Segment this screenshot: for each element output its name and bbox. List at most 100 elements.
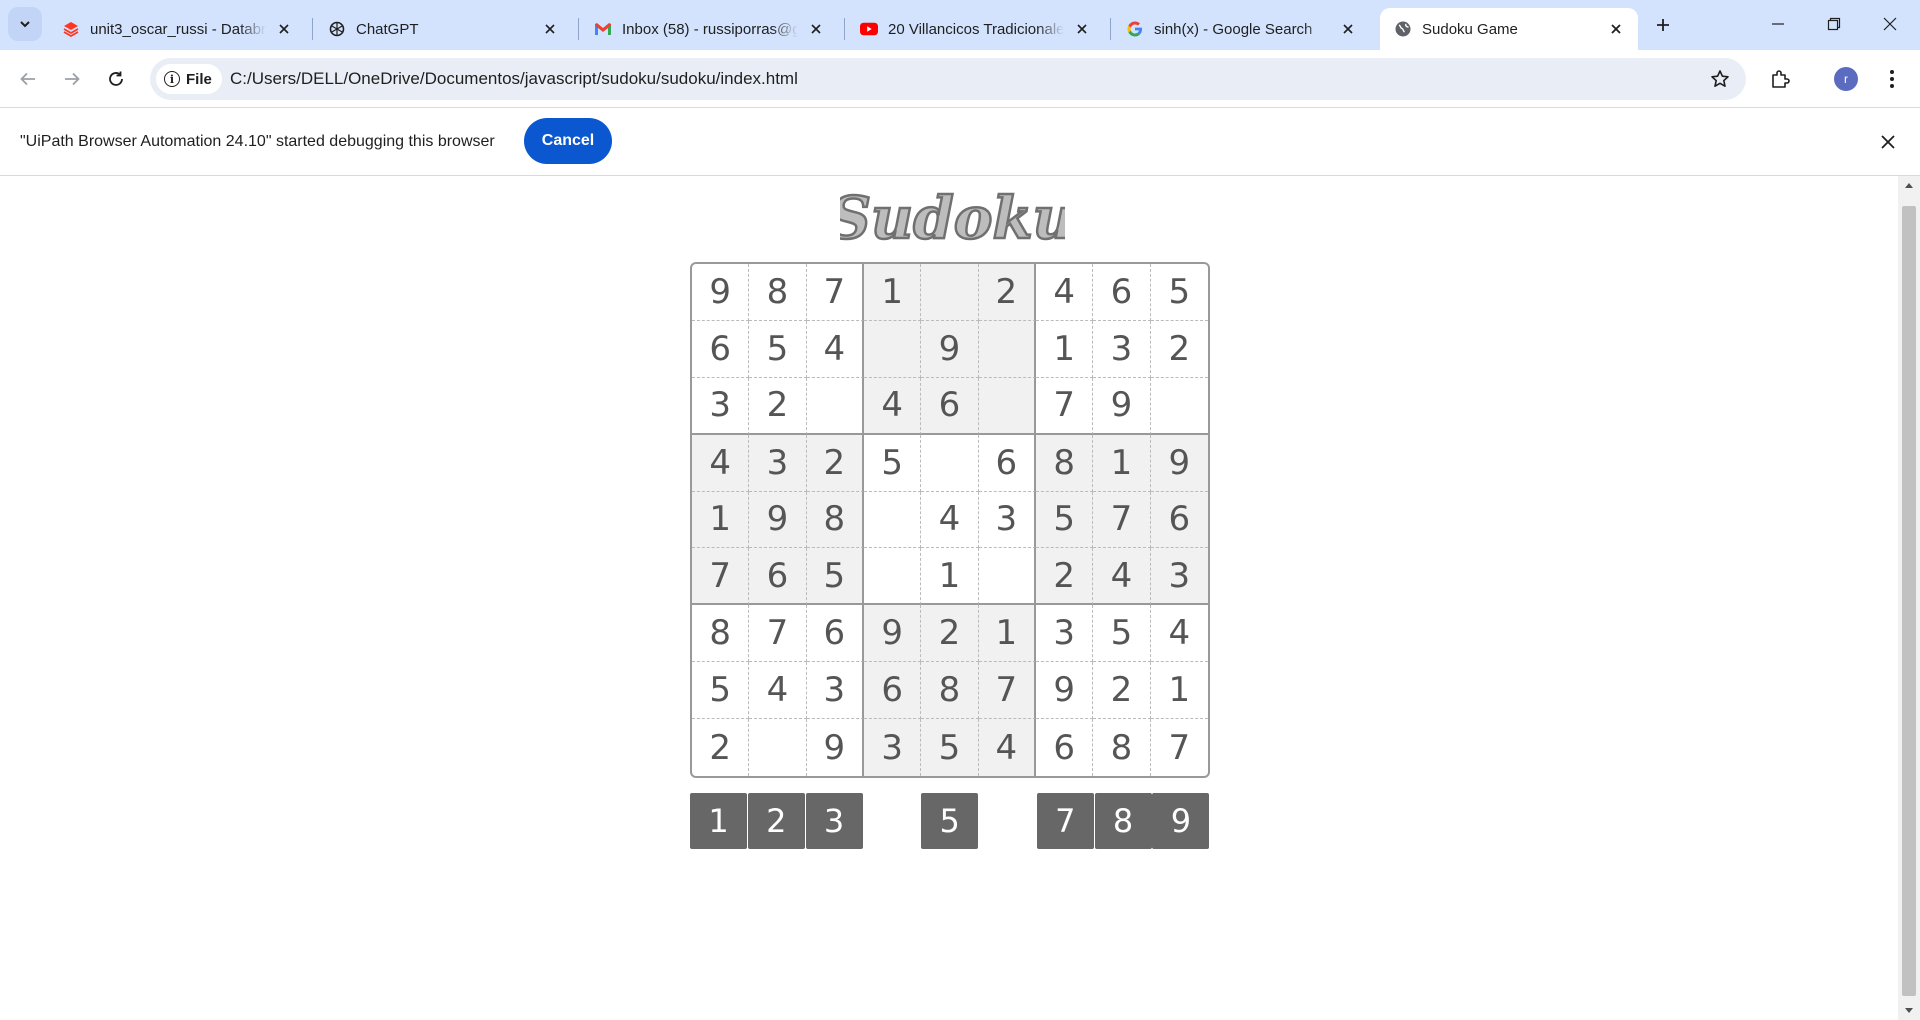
sudoku-cell[interactable]: 6 xyxy=(1150,491,1208,549)
extensions-button[interactable] xyxy=(1764,63,1796,95)
sudoku-cell[interactable]: 5 xyxy=(692,662,750,720)
sudoku-cell[interactable]: 4 xyxy=(692,434,750,492)
sudoku-cell[interactable]: 9 xyxy=(1035,662,1094,720)
sudoku-cell[interactable]: 5 xyxy=(863,434,922,492)
restore-button[interactable] xyxy=(1806,0,1862,48)
forward-button[interactable] xyxy=(56,63,88,95)
cancel-button[interactable]: Cancel xyxy=(524,118,612,164)
sudoku-cell[interactable]: 2 xyxy=(978,264,1036,321)
sudoku-cell[interactable] xyxy=(749,719,807,776)
sudoku-cell[interactable]: 9 xyxy=(1093,377,1151,435)
sudoku-cell[interactable]: 3 xyxy=(692,377,750,435)
scroll-down-button[interactable] xyxy=(1898,1002,1920,1020)
sudoku-cell[interactable] xyxy=(863,548,922,606)
sudoku-cell[interactable]: 7 xyxy=(978,662,1036,720)
tab-databricks[interactable]: unit3_oscar_russi - Databricks xyxy=(48,8,306,50)
sudoku-cell[interactable]: 6 xyxy=(1093,264,1151,321)
sudoku-cell[interactable]: 9 xyxy=(692,264,750,321)
tab-chatgpt[interactable]: ChatGPT xyxy=(314,8,572,50)
sudoku-cell[interactable]: 4 xyxy=(921,491,979,549)
sudoku-cell[interactable]: 5 xyxy=(1150,264,1208,321)
close-icon[interactable] xyxy=(1072,19,1092,39)
sudoku-cell[interactable]: 5 xyxy=(1093,605,1151,663)
sudoku-cell[interactable]: 4 xyxy=(749,662,807,720)
back-button[interactable] xyxy=(12,63,44,95)
sudoku-cell[interactable] xyxy=(863,491,922,549)
site-info-chip[interactable]: i File xyxy=(156,64,222,94)
sudoku-cell[interactable]: 4 xyxy=(1150,605,1208,663)
reload-button[interactable] xyxy=(100,63,132,95)
close-icon[interactable] xyxy=(274,19,294,39)
sudoku-cell[interactable]: 8 xyxy=(749,264,807,321)
close-icon[interactable] xyxy=(1338,19,1358,39)
number-button[interactable]: 8 xyxy=(1094,793,1152,849)
sudoku-cell[interactable]: 7 xyxy=(692,548,750,606)
sudoku-cell[interactable]: 9 xyxy=(863,605,922,663)
sudoku-cell[interactable]: 6 xyxy=(806,605,864,663)
sudoku-cell[interactable]: 9 xyxy=(921,320,979,378)
sudoku-cell[interactable]: 5 xyxy=(1035,491,1094,549)
sudoku-cell[interactable]: 3 xyxy=(1150,548,1208,606)
sudoku-cell[interactable] xyxy=(978,377,1036,435)
number-button[interactable]: 1 xyxy=(690,793,747,849)
sudoku-cell[interactable]: 2 xyxy=(1093,662,1151,720)
sudoku-cell[interactable]: 2 xyxy=(692,719,750,776)
sudoku-cell[interactable]: 2 xyxy=(921,605,979,663)
close-icon[interactable] xyxy=(806,19,826,39)
sudoku-cell[interactable]: 1 xyxy=(863,264,922,321)
sudoku-cell[interactable]: 6 xyxy=(749,548,807,606)
sudoku-cell[interactable] xyxy=(1150,378,1208,435)
sudoku-cell[interactable]: 2 xyxy=(1035,548,1094,606)
sudoku-cell[interactable]: 1 xyxy=(921,548,979,606)
sudoku-cell[interactable]: 5 xyxy=(806,548,864,606)
sudoku-cell[interactable]: 8 xyxy=(806,491,864,549)
sudoku-cell[interactable]: 1 xyxy=(1150,662,1208,720)
number-button[interactable]: 7 xyxy=(1036,793,1094,849)
sudoku-cell[interactable] xyxy=(978,548,1036,606)
sudoku-cell[interactable]: 1 xyxy=(978,605,1036,663)
sudoku-cell[interactable] xyxy=(921,434,979,492)
sudoku-cell[interactable] xyxy=(921,264,979,321)
sudoku-cell[interactable]: 6 xyxy=(863,662,922,720)
sudoku-cell[interactable]: 2 xyxy=(749,377,807,435)
sudoku-cell[interactable]: 2 xyxy=(806,434,864,492)
sudoku-cell[interactable]: 3 xyxy=(749,434,807,492)
sudoku-cell[interactable]: 2 xyxy=(1150,321,1208,378)
tab-sudoku-game[interactable]: Sudoku Game xyxy=(1380,8,1638,50)
number-button[interactable]: 2 xyxy=(747,793,805,849)
sudoku-cell[interactable]: 7 xyxy=(1035,377,1094,435)
sudoku-cell[interactable]: 6 xyxy=(1036,719,1094,776)
number-button[interactable]: 9 xyxy=(1152,793,1210,849)
sudoku-cell[interactable]: 6 xyxy=(978,434,1036,492)
bookmark-button[interactable] xyxy=(1708,67,1732,91)
sudoku-cell[interactable]: 4 xyxy=(978,719,1036,776)
page-scrollbar[interactable] xyxy=(1898,176,1920,1020)
sudoku-cell[interactable]: 8 xyxy=(692,605,750,663)
url-text[interactable]: C:/Users/DELL/OneDrive/Documentos/javasc… xyxy=(230,69,798,89)
scroll-up-button[interactable] xyxy=(1898,176,1920,194)
sudoku-cell[interactable]: 8 xyxy=(1093,719,1151,776)
sudoku-cell[interactable]: 8 xyxy=(921,662,979,720)
sudoku-cell[interactable]: 5 xyxy=(921,719,979,776)
minimize-button[interactable] xyxy=(1750,0,1806,48)
sudoku-cell[interactable]: 3 xyxy=(1035,605,1094,663)
tab-youtube[interactable]: 20 Villancicos Tradicionales xyxy=(846,8,1104,50)
sudoku-cell[interactable]: 8 xyxy=(1035,434,1094,492)
sudoku-cell[interactable]: 7 xyxy=(806,264,864,321)
sudoku-cell[interactable]: 9 xyxy=(807,719,864,776)
tab-search-button[interactable] xyxy=(8,7,42,41)
sudoku-cell[interactable]: 4 xyxy=(806,320,864,378)
close-icon[interactable] xyxy=(540,19,560,39)
sudoku-cell[interactable]: 4 xyxy=(1035,264,1094,321)
sudoku-cell[interactable]: 4 xyxy=(863,377,922,435)
sudoku-cell[interactable]: 9 xyxy=(1150,434,1208,492)
sudoku-cell[interactable]: 7 xyxy=(1151,719,1208,776)
sudoku-cell[interactable]: 3 xyxy=(863,719,922,776)
sudoku-cell[interactable]: 4 xyxy=(1093,548,1151,606)
sudoku-cell[interactable]: 6 xyxy=(692,320,750,378)
sudoku-cell[interactable] xyxy=(863,320,922,378)
new-tab-button[interactable] xyxy=(1650,12,1676,38)
sudoku-cell[interactable]: 1 xyxy=(692,491,750,549)
browser-menu-button[interactable] xyxy=(1876,63,1908,95)
infobar-close-button[interactable] xyxy=(1876,130,1900,154)
